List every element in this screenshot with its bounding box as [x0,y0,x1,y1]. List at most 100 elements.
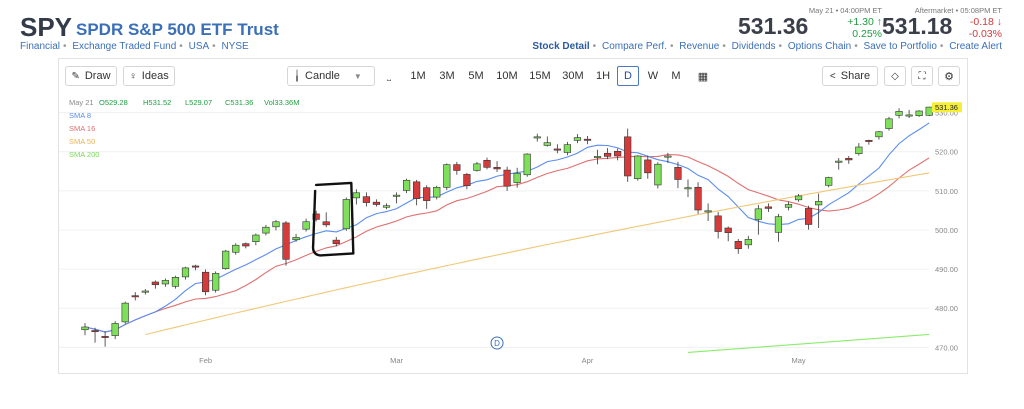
aftermarket-change: -0.18 ↓ -0.03% [969,16,1002,40]
meta-country-link[interactable]: USA [189,41,210,52]
timeframe-m[interactable]: M [666,66,686,86]
candle-body-down [151,281,159,286]
gridlines [59,112,929,348]
candle-body-up [593,156,602,158]
meta-exchange-link[interactable]: NYSE [221,41,248,52]
candle [905,109,913,119]
candle-body-down [724,227,732,233]
candle [483,157,491,170]
candle [614,148,622,161]
timeframe-d[interactable]: D [617,66,639,86]
candle-body-down [131,295,139,298]
candle [161,278,169,287]
chart-panel: ✎ Draw ♀ Ideas ╽ Candle ▼ ⎵ 1M 3M 5M 10M… [58,58,968,374]
candle-body-up [543,142,551,146]
fullscreen-icon: ⛶ [918,70,926,82]
candle [372,199,381,207]
candle-body-up [563,144,572,153]
candle-body-down [553,148,561,151]
candle-body-up [855,146,863,154]
candle-body-up [222,250,230,269]
timeframe-3m[interactable]: 3M [435,66,459,86]
chart-type-select[interactable]: ╽ Candle ▼ [287,66,375,86]
candle [493,161,501,173]
candle [171,275,180,289]
timeframe-1h[interactable]: 1H [592,66,614,86]
settings-button[interactable]: ⚙ [938,66,960,86]
candle [835,157,843,170]
candle-body-down [413,181,421,199]
calendar-button[interactable]: ▦ [693,66,713,86]
timeframe-w[interactable]: W [643,66,663,86]
diamond-icon: ◇ [891,70,899,82]
aftermarket-quote: Aftermarket • 05:08PM ET 531.18 -0.18 ↓ … [880,6,1010,42]
candle-body-up [825,177,833,186]
candle [322,212,330,228]
ohlc-close: C531.36 [225,98,253,107]
meta-sector-link[interactable]: Financial [20,41,60,52]
link-stock-detail[interactable]: Stock Detail [532,41,589,52]
candle-body-down [101,336,109,338]
y-tick-label: 520.00 [935,148,958,157]
timeframe-1m[interactable]: 1M [407,66,429,86]
link-save-to-portfolio[interactable]: Save to Portfolio [864,41,937,52]
timeframe-10m[interactable]: 10M [493,66,521,86]
candle-body-up [885,118,893,129]
timeframe-15m[interactable]: 15M [526,66,554,86]
candle [181,266,190,280]
candle [885,116,893,131]
candle-body-up [443,164,451,188]
candle-body-down [282,222,290,260]
candle [262,224,270,236]
candle-body-up [925,106,933,116]
candle-body-up [634,155,642,179]
regular-change-value: +1.30 ↑ [847,16,882,28]
ohlc-legend: May 21 O529.28 H531.52 L529.07 C531.36 V… [69,98,299,159]
candle-body-up [744,239,752,246]
candle [232,243,240,255]
candle [382,203,391,210]
sma8-line [84,122,930,333]
event-marker[interactable]: D [490,336,504,350]
timeframe-5m[interactable]: 5M [464,66,488,86]
theme-button[interactable]: ◇ [884,66,906,86]
timeframe-30m[interactable]: 30M [559,66,587,86]
meta-type-link[interactable]: Exchange Traded Fund [72,41,176,52]
regular-change: +1.30 ↑ 0.25% [847,16,882,40]
y-tick-label: 490.00 [935,265,958,274]
candle-body-up [704,210,712,213]
quote-header: SPY SPDR S&P 500 ETF Trust Financial • Ex… [0,0,1024,58]
candle-body-up [815,201,823,206]
link-dividends[interactable]: Dividends [732,41,776,52]
share-button[interactable]: < Share [822,66,878,86]
candles [81,106,933,347]
link-revenue[interactable]: Revenue [679,41,719,52]
candle-body-up [473,163,481,171]
candle [895,108,903,119]
candle [875,130,883,140]
draw-button[interactable]: ✎ Draw [65,66,117,86]
candle-body-down [714,215,722,232]
candle [342,197,350,231]
chart-type-label: Candle [305,70,340,82]
candle [865,139,873,145]
link-compare-perf[interactable]: Compare Perf. [602,41,667,52]
ideas-button[interactable]: ♀ Ideas [123,66,175,86]
link-create-alert[interactable]: Create Alert [949,41,1002,52]
candle [714,211,722,239]
candle-body-up [513,172,521,183]
moving-averages [84,122,930,353]
link-options-chain[interactable]: Options Chain [788,41,851,52]
legend-sma8: SMA 8 [69,111,91,120]
regular-quote-time: May 21 • 04:00PM ET [808,6,882,15]
y-tick-label: 470.00 [935,343,958,352]
candle-body-up [181,267,190,278]
fullscreen-button[interactable]: ⛶ [911,66,933,86]
legend-sma50: SMA 50 [69,137,95,146]
price-chart[interactable]: 470.00480.00490.00500.00510.00520.00530.… [59,93,967,373]
interval-icon-button[interactable]: ⎵ [379,66,399,86]
candle-body-up [292,237,300,241]
candle [563,141,572,156]
bracket-icon: ⎵ [387,70,391,81]
candle [774,213,783,242]
